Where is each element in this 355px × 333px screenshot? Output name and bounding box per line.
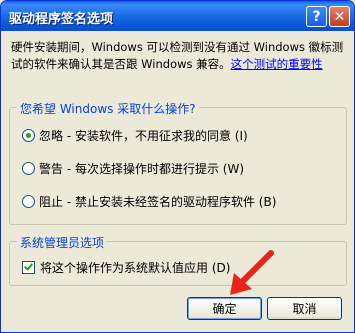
option-warn[interactable]: 警告 - 每次选择操作时都进行提示 (W) (22, 160, 244, 177)
title-bar[interactable]: 驱动程序签名选项 ? ✕ (1, 1, 354, 31)
radio-ignore-icon[interactable] (22, 129, 35, 142)
ok-button[interactable]: 确定 (187, 297, 262, 320)
description: 硬件安装期间，Windows 可以检测到没有通过 Windows 徽标测试的软件… (11, 39, 346, 73)
checkmark-icon (24, 261, 33, 271)
admin-options-group: 系统管理员选项 将这个操作作为系统默认值应用 (D) (9, 234, 347, 286)
default-action-checkbox[interactable] (22, 261, 35, 274)
default-action-label: 将这个操作作为系统默认值应用 (D) (40, 261, 231, 275)
option-ignore-label: 忽略 - 安装软件，不用征求我的同意 (I) (39, 129, 248, 143)
red-arrow-icon (230, 250, 274, 295)
option-block-label: 阻止 - 禁止安装未经签名的驱动程序软件 (B) (39, 195, 277, 209)
admin-options-legend: 系统管理员选项 (17, 234, 108, 251)
importance-link[interactable]: 这个测试的重要性 (231, 57, 323, 71)
default-action-checkbox-row[interactable]: 将这个操作作为系统默认值应用 (D) (22, 259, 230, 276)
help-button[interactable]: ? (306, 6, 327, 27)
option-ignore[interactable]: 忽略 - 安装软件，不用征求我的同意 (I) (22, 127, 248, 144)
action-options-legend: 您希望 Windows 采取什么操作? (17, 100, 199, 117)
cancel-button[interactable]: 取消 (267, 297, 342, 320)
driver-signing-dialog: 驱动程序签名选项 ? ✕ 硬件安装期间，Windows 可以检测到没有通过 Wi… (0, 0, 355, 333)
help-icon: ? (312, 8, 321, 25)
option-warn-label: 警告 - 每次选择操作时都进行提示 (W) (39, 162, 245, 176)
window-title: 驱动程序签名选项 (9, 12, 114, 27)
option-block[interactable]: 阻止 - 禁止安装未经签名的驱动程序软件 (B) (22, 193, 276, 210)
radio-block-icon[interactable] (22, 195, 35, 208)
radio-warn-icon[interactable] (22, 162, 35, 175)
close-button[interactable]: ✕ (329, 6, 350, 27)
action-options-group: 您希望 Windows 采取什么操作? 忽略 - 安装软件，不用征求我的同意 (… (9, 100, 347, 225)
close-icon: ✕ (333, 8, 346, 25)
